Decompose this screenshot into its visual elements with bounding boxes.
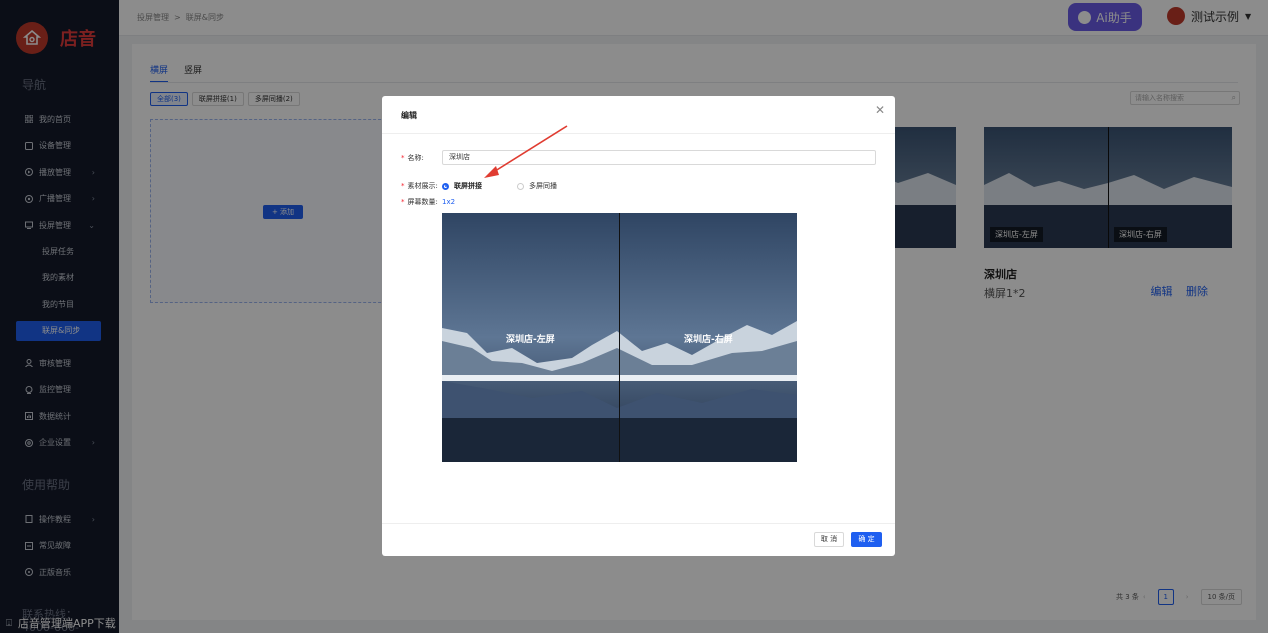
splice-preview: 深圳店-左屏 深圳店-右屏 [442, 213, 797, 462]
modal-header: 编辑 ✕ [382, 96, 895, 134]
right-screen-label: 深圳店-右屏 [684, 335, 733, 345]
radio-multi[interactable]: 多屏同播 [517, 181, 557, 191]
radio-checked-icon [442, 182, 449, 190]
radio-splice-label: 联屏拼接 [454, 182, 482, 190]
screen-count-value: 1x2 [442, 198, 456, 206]
radio-unchecked-icon [517, 182, 524, 190]
confirm-button[interactable]: 确 定 [851, 532, 882, 547]
display-label-text: 素材展示: [407, 182, 438, 190]
left-screen-label: 深圳店-左屏 [506, 335, 555, 345]
name-input[interactable]: 深圳店 [442, 150, 876, 165]
modal-footer: 取 消 确 定 [382, 523, 895, 556]
radio-multi-label: 多屏同播 [529, 182, 557, 190]
count-label: * 屏幕数量: [401, 198, 438, 206]
modal-title: 编辑 [401, 111, 417, 120]
display-label: * 素材展示: [401, 182, 438, 190]
name-label: * 名称: [401, 154, 424, 162]
count-label-text: 屏幕数量: [407, 198, 438, 206]
close-icon[interactable]: ✕ [875, 103, 885, 117]
cancel-button[interactable]: 取 消 [814, 532, 844, 547]
radio-splice[interactable]: 联屏拼接 [442, 181, 482, 191]
name-label-text: 名称: [407, 154, 424, 162]
screen-divider [619, 213, 620, 462]
edit-modal: 编辑 ✕ * 名称: 深圳店 * 素材展示: 联屏拼接 多屏同播 * 屏幕数量: 1x… [382, 96, 895, 556]
